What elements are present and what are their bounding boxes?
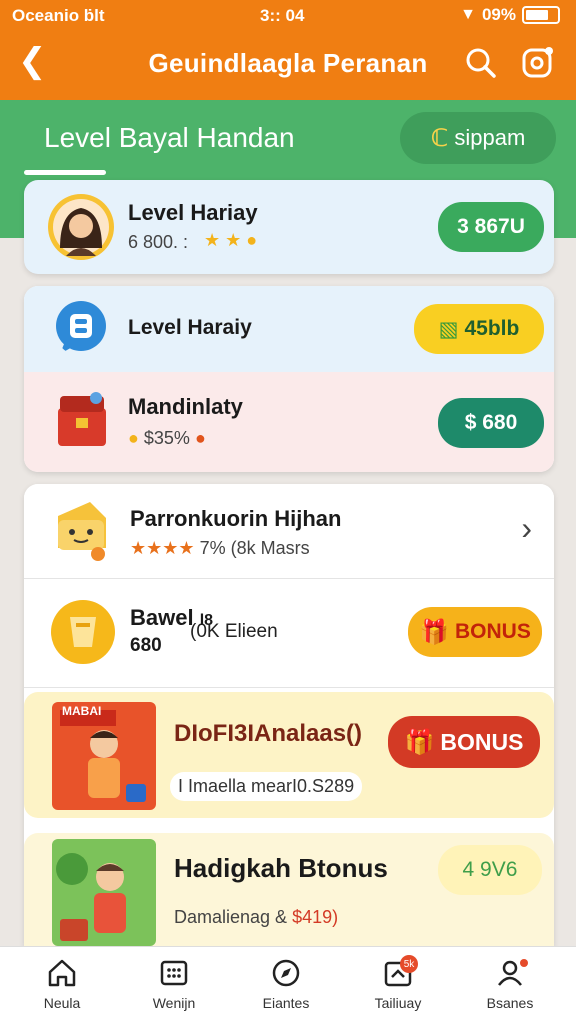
level-card[interactable]: Level Hariay 6 800. : ★ ★ ● 3 867U bbox=[24, 180, 554, 274]
bonus-button-4[interactable]: 4 9V6 bbox=[438, 845, 542, 895]
offer-amount-4: $419) bbox=[292, 907, 339, 927]
notification-badge: 5k bbox=[400, 955, 418, 973]
rewards-button-1[interactable]: ▧ 45blb bbox=[414, 304, 544, 354]
coin-icon: ℂ bbox=[430, 124, 449, 152]
offer-title-4: Hadigkah Btonus bbox=[174, 853, 388, 883]
bonus-button-2[interactable]: 🎁 BONUS bbox=[408, 607, 542, 657]
rewards-button-2[interactable]: $ 680 bbox=[438, 398, 544, 448]
settings-icon[interactable] bbox=[520, 44, 556, 80]
bonus-label-3: BONUS bbox=[440, 728, 524, 755]
bonus-button-3[interactable]: 🎁 BONUS bbox=[388, 716, 540, 768]
offer-title-1: Parronkuorin Hijhan bbox=[130, 506, 342, 531]
grid-icon bbox=[160, 960, 188, 986]
bottom-nav: Neula Wenijn Eiantes 5k Tailiuay Bsanes bbox=[0, 946, 576, 1024]
gift-icon: 🎁 bbox=[419, 618, 450, 646]
nav-item-grid[interactable]: Wenijn bbox=[134, 957, 214, 1011]
bonus-label-2: BONUS bbox=[455, 620, 531, 643]
home-icon bbox=[48, 959, 76, 987]
search-icon[interactable] bbox=[464, 46, 498, 80]
compass-icon bbox=[272, 959, 300, 987]
app-header: Oceanio ḃlt 3:: 04 ▼ 09% ❮ Geuindlaagla … bbox=[0, 0, 576, 100]
chat-icon bbox=[56, 301, 106, 354]
tab-underline bbox=[24, 170, 106, 175]
offer-title-3: DIoFI3IAnalaas() bbox=[174, 720, 363, 747]
wifi-icon: ▼ bbox=[460, 6, 476, 23]
chevron-right-icon[interactable]: › bbox=[521, 510, 532, 547]
offer-subtitle-4-text: Damalienag & bbox=[174, 907, 293, 927]
offer-amount-2: 680 bbox=[130, 635, 162, 656]
nav-label-profile: Bsanes bbox=[486, 995, 534, 1011]
nav-row: ❮ Geuindlaagla Peranan bbox=[0, 38, 576, 90]
level-title: Level Hariay bbox=[128, 200, 258, 225]
mascot-icon bbox=[58, 502, 106, 561]
tab-active[interactable]: Level Bayal Handan bbox=[44, 122, 295, 154]
carrier-text: Oceanio ḃlt bbox=[12, 6, 105, 25]
battery-percent: 09% bbox=[481, 5, 516, 24]
offer-row-3[interactable]: MABAI DIoFI3IAnalaas() I Imaella mearI0.… bbox=[24, 692, 554, 822]
offer-subtitle-1: ★★★★ 7% (8k Masrs bbox=[130, 538, 310, 559]
nav-label-ticket: Tailiuay bbox=[374, 995, 422, 1011]
offer-subtitle-2: (0K Elieen bbox=[190, 621, 278, 642]
gift-icon: 🎁 bbox=[404, 728, 435, 756]
rewards-button-label-1: 45blb bbox=[464, 317, 520, 340]
treasure-chest-icon bbox=[58, 392, 106, 446]
nav-label-home: Neula bbox=[43, 995, 81, 1011]
divider bbox=[24, 687, 554, 688]
promo-image-2 bbox=[52, 839, 156, 946]
nav-label-compass: Eiantes bbox=[262, 995, 310, 1011]
rewards-card: Level Haraiy ▧ 45blb Mandinlaty ● $35% ●… bbox=[24, 286, 554, 472]
offer-subtitle-3: I Imaella mearI0.S289 bbox=[170, 772, 363, 801]
promo-label: MABAI bbox=[62, 704, 102, 718]
nav-item-home[interactable]: Neula bbox=[22, 957, 102, 1011]
rewards-title-1: Level Haraiy bbox=[128, 316, 252, 339]
rewards-title-2: Mandinlaty bbox=[128, 394, 243, 419]
rewards-row-2[interactable]: Mandinlaty ● $35% ● $ 680 bbox=[24, 372, 554, 472]
sign-in-label: sippam bbox=[454, 125, 526, 150]
nav-item-ticket[interactable]: 5k Tailiuay bbox=[358, 955, 438, 1011]
rating-stars: ★ ★ ● bbox=[204, 230, 258, 250]
status-bar: Oceanio ḃlt 3:: 04 ▼ 09% bbox=[0, 4, 576, 26]
rewards-subtitle-2: ● $35% ● bbox=[128, 428, 206, 448]
offer-row-1[interactable]: Parronkuorin Hijhan ★★★★ 7% (8k Masrs › bbox=[24, 484, 554, 578]
status-time: 3:: 04 bbox=[260, 6, 305, 25]
promo-image bbox=[52, 702, 156, 810]
coin-bag-icon bbox=[51, 600, 115, 664]
offer-row-2[interactable]: Bawel l8 680 (0K Elieen 🎁 BONUS bbox=[24, 579, 554, 687]
offers-card: Parronkuorin Hijhan ★★★★ 7% (8k Masrs › … bbox=[24, 484, 554, 946]
user-avatar bbox=[48, 194, 114, 260]
level-value-button[interactable]: 3 867U bbox=[438, 202, 544, 252]
level-subtitle: 6 800. : bbox=[128, 232, 189, 252]
nav-item-compass[interactable]: Eiantes bbox=[246, 957, 326, 1011]
sign-in-button[interactable]: ℂ sippam bbox=[400, 112, 556, 164]
status-right: ▼ 09% bbox=[460, 5, 560, 25]
offer-title-2-text: Bawel bbox=[130, 605, 194, 630]
battery-icon bbox=[522, 6, 560, 24]
rewards-percent: $35% bbox=[143, 428, 190, 448]
nav-label-grid: Wenijn bbox=[152, 995, 196, 1011]
rating-stars-1: ★★★★ bbox=[130, 538, 195, 558]
profile-dot bbox=[520, 959, 528, 967]
offer-meta-1: 7% (8k Masrs bbox=[199, 538, 310, 558]
cash-icon: ▧ bbox=[438, 317, 459, 341]
offer-row-4[interactable]: Hadigkah Btonus Damalienag & $419) 4 9V6 bbox=[24, 829, 554, 946]
offer-subtitle-4: Damalienag & $419) bbox=[174, 907, 338, 928]
rewards-row-1[interactable]: Level Haraiy ▧ 45blb bbox=[24, 286, 554, 372]
nav-item-profile[interactable]: Bsanes bbox=[470, 957, 550, 1011]
